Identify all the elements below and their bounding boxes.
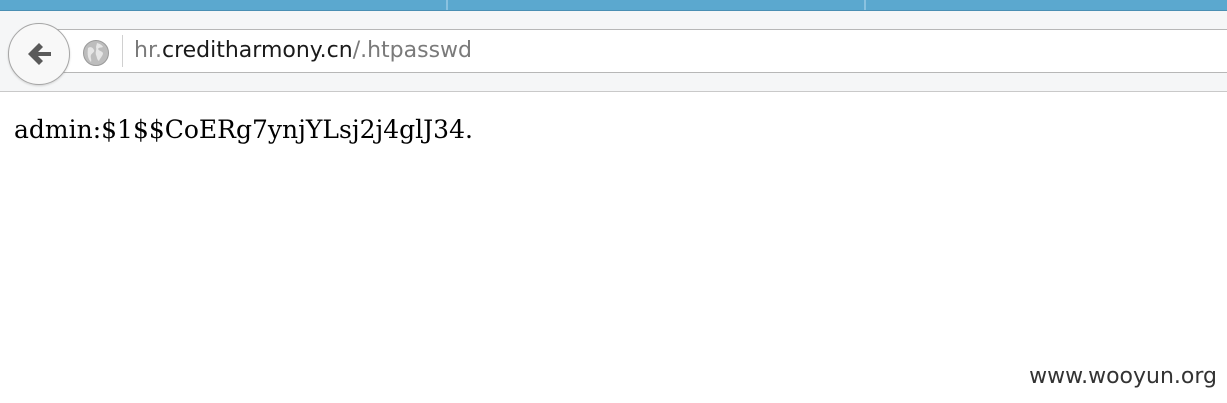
back-button[interactable] (8, 23, 70, 85)
browser-window: hr.creditharmony.cn/.htpasswd admin:$1$$… (0, 0, 1227, 403)
tab-divider (446, 0, 448, 10)
url-domain: creditharmony.cn (161, 38, 353, 63)
globe-icon[interactable] (82, 39, 110, 67)
address-bar-separator (122, 35, 123, 67)
page-content-text: admin:$1$$CoERg7ynjYLsj2j4glJ34. (14, 115, 473, 144)
url-path: /.htpasswd (352, 38, 473, 63)
watermark: www.wooyun.org (1029, 364, 1217, 389)
navigation-toolbar: hr.creditharmony.cn/.htpasswd (0, 11, 1227, 92)
tab-strip[interactable] (0, 0, 1227, 11)
back-arrow-icon (28, 43, 51, 65)
tab-divider (864, 0, 866, 10)
url-subdomain: hr. (134, 38, 162, 63)
url-text[interactable]: hr.creditharmony.cn/.htpasswd (134, 38, 472, 64)
